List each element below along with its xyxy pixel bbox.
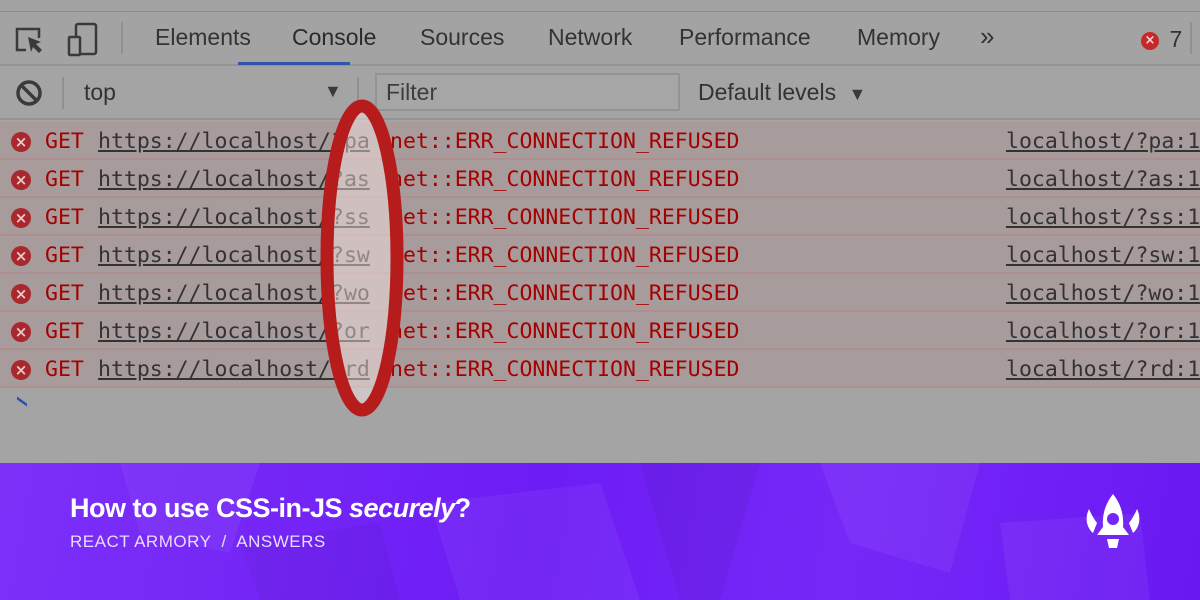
error-icon: × (11, 360, 31, 380)
inspect-element-icon[interactable] (14, 26, 46, 56)
react-armory-logo-icon[interactable] (1084, 491, 1142, 551)
source-link[interactable]: localhost/?or:1 (1006, 319, 1200, 344)
error-icon: × (1141, 32, 1159, 50)
devtools-tab-bar: Elements Console Sources Network Perform… (0, 12, 1200, 66)
request-url-link[interactable]: https://localhost/?wo (98, 281, 370, 306)
request-method: GET (45, 205, 84, 230)
request-url-link[interactable]: https://localhost/?rd (98, 357, 370, 382)
dropdown-arrow-icon: ▼ (848, 84, 867, 104)
tab-sources[interactable]: Sources (420, 24, 504, 51)
device-toggle-icon[interactable] (66, 22, 100, 58)
source-link[interactable]: localhost/?pa:1 (1006, 129, 1200, 154)
article-banner: How to use CSS-in-JS securely? REACT ARM… (0, 463, 1200, 600)
request-method: GET (45, 129, 84, 154)
console-error-row: × GET https://localhost/?ss net::ERR_CON… (0, 198, 1200, 236)
divider (357, 77, 359, 109)
request-method: GET (45, 243, 84, 268)
source-link[interactable]: localhost/?ss:1 (1006, 205, 1200, 230)
request-method: GET (45, 167, 84, 192)
error-icon: × (11, 208, 31, 228)
error-message: net::ERR_CONNECTION_REFUSED (390, 319, 740, 344)
error-message: net::ERR_CONNECTION_REFUSED (390, 129, 740, 154)
error-message: net::ERR_CONNECTION_REFUSED (390, 243, 740, 268)
console-messages: × GET https://localhost/?pa net::ERR_CON… (0, 122, 1200, 388)
request-url-link[interactable]: https://localhost/?ss (98, 205, 370, 230)
dropdown-arrow-icon: ▼ (324, 81, 342, 101)
source-link[interactable]: localhost/?wo:1 (1006, 281, 1200, 306)
source-link[interactable]: localhost/?rd:1 (1006, 357, 1200, 382)
tab-performance[interactable]: Performance (679, 24, 811, 51)
request-method: GET (45, 357, 84, 382)
error-message: net::ERR_CONNECTION_REFUSED (390, 281, 740, 306)
error-icon: × (11, 246, 31, 266)
log-levels-dropdown[interactable]: Default levels ▼ (698, 79, 866, 106)
divider (62, 77, 64, 109)
request-url-link[interactable]: https://localhost/?or (98, 319, 370, 344)
console-error-row: × GET https://localhost/?as net::ERR_CON… (0, 160, 1200, 198)
console-error-row: × GET https://localhost/?sw net::ERR_CON… (0, 236, 1200, 274)
console-error-row: × GET https://localhost/?rd net::ERR_CON… (0, 350, 1200, 388)
divider (121, 22, 123, 54)
divider (1190, 22, 1192, 54)
request-url-link[interactable]: https://localhost/?pa (98, 129, 370, 154)
error-message: net::ERR_CONNECTION_REFUSED (390, 205, 740, 230)
error-icon: × (11, 132, 31, 152)
source-link[interactable]: localhost/?as:1 (1006, 167, 1200, 192)
clear-console-icon[interactable] (15, 79, 43, 107)
error-message: net::ERR_CONNECTION_REFUSED (390, 167, 740, 192)
console-error-row: × GET https://localhost/?pa net::ERR_CON… (0, 122, 1200, 160)
request-method: GET (45, 319, 84, 344)
request-url-link[interactable]: https://localhost/?sw (98, 243, 370, 268)
error-icon: × (11, 170, 31, 190)
console-error-row: × GET https://localhost/?or net::ERR_CON… (0, 312, 1200, 350)
error-icon: × (11, 322, 31, 342)
console-toolbar: top ▼ Filter Default levels ▼ (0, 66, 1200, 120)
window-top-strip (0, 0, 1200, 12)
article-title[interactable]: How to use CSS-in-JS securely? (70, 493, 471, 524)
request-url-link[interactable]: https://localhost/?as (98, 167, 370, 192)
breadcrumb: REACT ARMORY / ANSWERS (70, 532, 326, 551)
console-error-row: × GET https://localhost/?wo net::ERR_CON… (0, 274, 1200, 312)
error-count-badge[interactable]: × 7 (1141, 26, 1182, 53)
request-method: GET (45, 281, 84, 306)
tab-console[interactable]: Console (292, 24, 376, 51)
more-tabs-button[interactable]: » (980, 21, 994, 52)
active-tab-indicator (238, 62, 350, 65)
error-icon: × (11, 284, 31, 304)
context-selector[interactable]: top ▼ (84, 79, 344, 109)
tab-memory[interactable]: Memory (857, 24, 940, 51)
error-message: net::ERR_CONNECTION_REFUSED (390, 357, 740, 382)
tab-elements[interactable]: Elements (155, 24, 251, 51)
source-link[interactable]: localhost/?sw:1 (1006, 243, 1200, 268)
tab-network[interactable]: Network (548, 24, 632, 51)
filter-input[interactable]: Filter (375, 73, 680, 111)
